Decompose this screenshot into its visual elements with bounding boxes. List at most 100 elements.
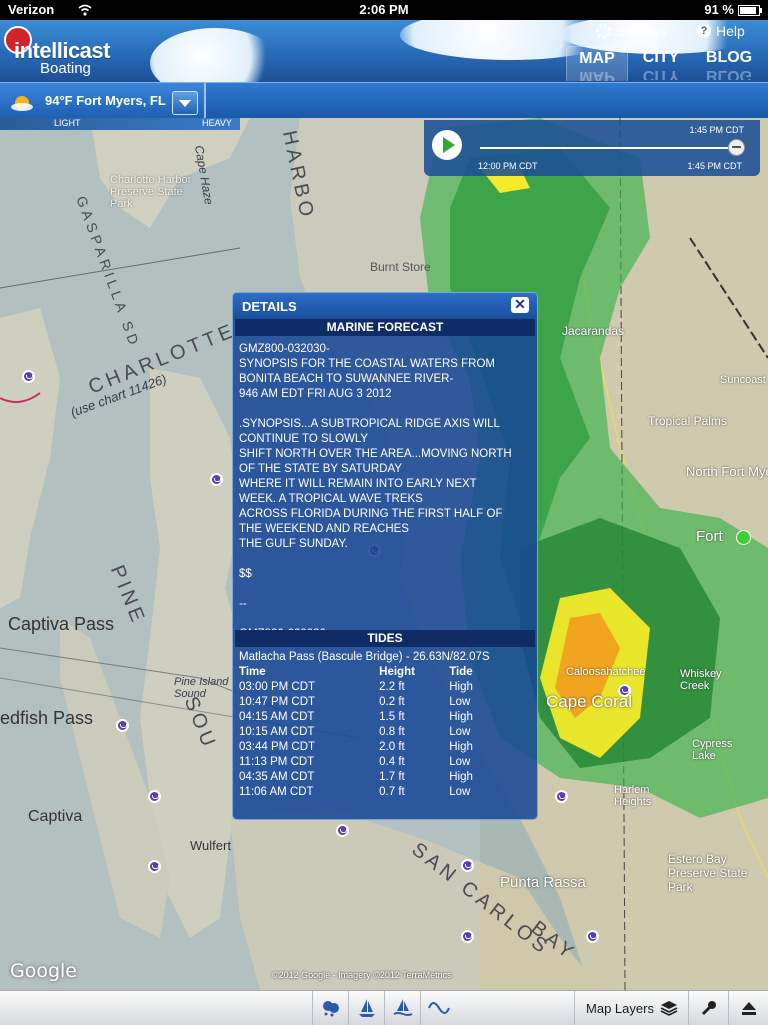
marine-layer-button[interactable]: [384, 991, 421, 1025]
forecast-line: [239, 552, 531, 567]
weather-layer-button[interactable]: [312, 991, 349, 1025]
tools-button[interactable]: [688, 991, 729, 1025]
tab-city[interactable]: CITY CITY: [634, 46, 688, 80]
wave-icon: [428, 1002, 450, 1014]
table-row: 03:44 PM CDT 2.0 ft High: [239, 740, 531, 755]
tide-cell: 1.5 ft: [379, 711, 405, 723]
forecast-line: BONITA BEACH TO SUWANNEE RIVER-: [239, 373, 454, 385]
tide-station-marker[interactable]: [586, 930, 599, 943]
forecast-line: [239, 612, 531, 627]
tide-station-marker[interactable]: [555, 790, 568, 803]
current-location: 94°F Fort Myers, FL: [45, 93, 166, 108]
table-row: 11:06 AM CDT 0.7 ft Low: [239, 785, 531, 800]
timeline-current-time: 1:45 PM CDT: [689, 125, 744, 135]
tide-cell: 03:00 PM CDT: [239, 681, 316, 693]
tide-cell: 0.7 ft: [379, 786, 405, 798]
battery-icon: [738, 5, 762, 16]
tides-section: Matlacha Pass (Bascule Bridge) - 26.63N/…: [233, 650, 537, 800]
sailboat-waves-icon: [393, 999, 413, 1016]
tide-station-marker[interactable]: [148, 860, 161, 873]
forecast-line: CONTINUE TO SLOWLY: [239, 433, 369, 445]
help-icon: ?: [697, 24, 711, 38]
table-row: 10:47 PM CDT 0.2 ft Low: [239, 695, 531, 710]
play-icon[interactable]: [432, 130, 462, 160]
settings-link[interactable]: Settings: [596, 23, 667, 39]
tide-station-marker[interactable]: [148, 790, 161, 803]
tide-cell: High: [449, 711, 473, 723]
map-label-burnt-store: Burnt Store: [370, 260, 431, 274]
location-bar: 94°F Fort Myers, FL: [0, 82, 768, 119]
tide-station-marker[interactable]: [116, 719, 129, 732]
map-label-harlem-heights: Harlem Heights: [614, 784, 652, 808]
tab-map[interactable]: MAP MAP: [566, 46, 628, 81]
tide-cell: High: [449, 681, 473, 693]
tide-cell: High: [449, 741, 473, 753]
map-attribution: ©2012 Google - Imagery ©2012 TerraMetric…: [272, 970, 452, 980]
tide-table: Time Height Tide 03:00 PM CDT 2.2 ft High 10:…: [239, 665, 531, 800]
map-label-wulfert: Wulfert: [190, 838, 231, 853]
settings-label: Settings: [616, 23, 667, 39]
sailboat-layer-button[interactable]: [348, 991, 385, 1025]
tide-station-marker[interactable]: [461, 859, 474, 872]
legend-heavy: HEAVY: [202, 118, 232, 128]
forecast-line: ACROSS FLORIDA DURING THE FIRST HALF OF: [239, 508, 503, 520]
map-label-north-fort-myers: North Fort Myers: [686, 464, 768, 479]
eject-icon: [742, 1002, 756, 1015]
tide-station-marker[interactable]: [618, 684, 631, 697]
tide-cell: 04:35 AM CDT: [239, 771, 315, 783]
sun-icon: [11, 96, 33, 111]
sailboat-icon: [359, 999, 375, 1017]
layers-icon: [660, 1001, 678, 1016]
tab-blog-label: BLOG: [705, 49, 753, 66]
tide-cell: 2.2 ft: [379, 681, 405, 693]
battery-percent: 91 %: [704, 2, 734, 17]
tide-station-marker[interactable]: [336, 824, 349, 837]
tide-station-marker[interactable]: [22, 370, 35, 383]
map-label-cypress-lake: Cypress Lake: [692, 738, 733, 762]
legend-light: LIGHT: [54, 118, 81, 128]
tab-blog-reflection: BLOG: [705, 70, 753, 80]
tab-map-label: MAP: [579, 50, 615, 67]
tide-station-marker[interactable]: [210, 473, 223, 486]
tide-cell: 10:15 AM CDT: [239, 726, 315, 738]
marine-forecast-text[interactable]: GMZ800-032030- SYNOPSIS FOR THE COASTAL W…: [233, 336, 537, 630]
wrench-icon: [701, 1001, 716, 1016]
tide-station-marker[interactable]: [461, 930, 474, 943]
timeline-end-time: 1:45 PM CDT: [687, 161, 742, 171]
map-label-tropical-palms: Tropical Palms: [648, 414, 727, 428]
close-icon[interactable]: ✕: [511, 297, 529, 313]
timeline-slider[interactable]: [480, 147, 736, 149]
tide-cell: 04:15 AM CDT: [239, 711, 315, 723]
map-label-punta-rassa: Punta Rassa: [500, 874, 586, 891]
table-row: 03:00 PM CDT 2.2 ft High: [239, 680, 531, 695]
tides-layer-button[interactable]: [420, 991, 457, 1025]
tab-city-reflection: CITY: [642, 70, 680, 80]
timeline-start-time: 12:00 PM CDT: [478, 161, 538, 171]
map-layers-label: Map Layers: [586, 1000, 654, 1016]
tab-map-reflection: MAP: [579, 71, 615, 81]
forecast-line: WHERE IT WILL REMAIN INTO EARLY NEXT: [239, 478, 477, 490]
map-label-jacarandas: Jacarandas: [562, 324, 625, 338]
table-row: 04:35 AM CDT 1.7 ft High: [239, 770, 531, 785]
help-link[interactable]: ? Help: [697, 23, 745, 39]
tide-cell: 03:44 PM CDT: [239, 741, 316, 753]
details-title: DETAILS: [242, 299, 297, 314]
eject-button[interactable]: [728, 991, 768, 1025]
bottom-toolbar: Map Layers: [0, 990, 768, 1025]
forecast-line: SYNOPSIS FOR THE COASTAL WATERS FROM: [239, 358, 496, 370]
tide-cell: 11:13 PM CDT: [239, 756, 315, 768]
tide-cell: High: [449, 771, 473, 783]
tide-cell: 0.8 ft: [379, 726, 405, 738]
current-location-pin-icon[interactable]: [736, 530, 751, 545]
forecast-line: GMZ800-032030-: [239, 343, 330, 355]
header-cloud-decoration: [150, 28, 280, 82]
tab-blog[interactable]: BLOG BLOG: [698, 46, 760, 80]
tab-city-label: CITY: [642, 49, 680, 66]
map-label-captiva-pass: Captiva Pass: [8, 614, 115, 634]
location-selector[interactable]: 94°F Fort Myers, FL: [0, 83, 206, 119]
radar-timeline: 1:45 PM CDT 12:00 PM CDT 1:45 PM CDT: [424, 120, 760, 176]
location-dropdown-button[interactable]: [172, 91, 198, 115]
map-layers-button[interactable]: Map Layers: [574, 991, 689, 1025]
details-header: DETAILS ✕: [233, 293, 537, 319]
timeline-handle[interactable]: [728, 139, 745, 156]
